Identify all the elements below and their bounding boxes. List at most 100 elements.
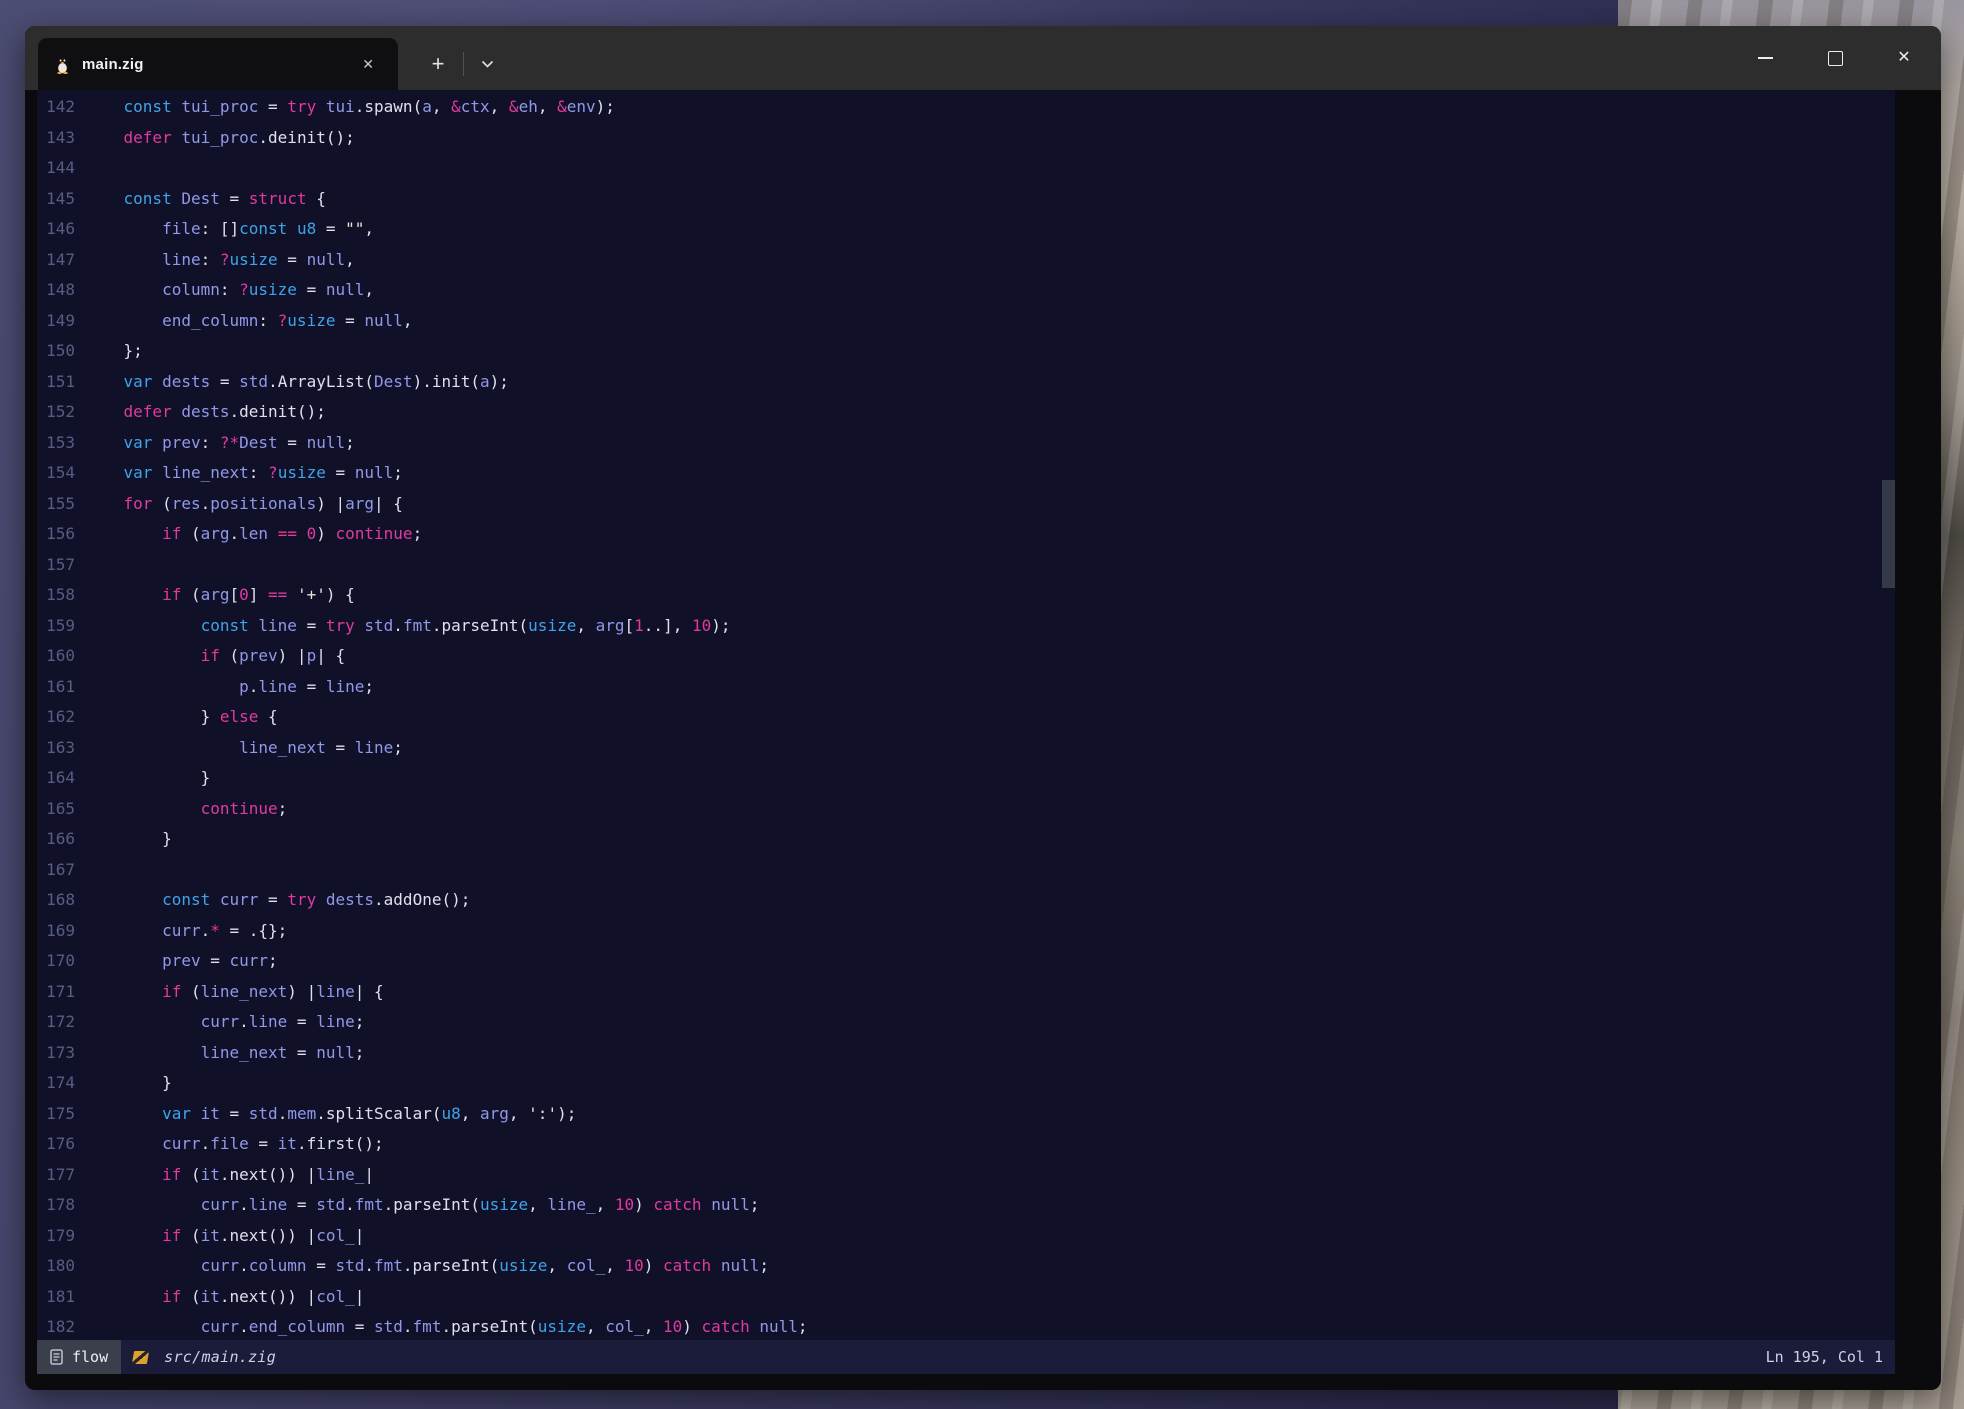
tab-dropdown-button[interactable]: [467, 38, 507, 90]
code-text: var prev: ?*Dest = null;: [85, 428, 1895, 459]
code-line: 170 prev = curr;: [37, 946, 1895, 977]
line-number: 150: [37, 336, 85, 367]
code-line: 168 const curr = try dests.addOne();: [37, 885, 1895, 916]
code-text: var dests = std.ArrayList(Dest).init(a);: [85, 367, 1895, 398]
code-text: };: [85, 336, 1895, 367]
line-number: 161: [37, 672, 85, 703]
line-number: 153: [37, 428, 85, 459]
tab-close-icon[interactable]: ✕: [362, 38, 374, 90]
code-line: 178 curr.line = std.fmt.parseInt(usize, …: [37, 1190, 1895, 1221]
code-line: 149 end_column: ?usize = null,: [37, 306, 1895, 337]
line-number: 144: [37, 153, 85, 184]
code-line: 155 for (res.positionals) |arg| {: [37, 489, 1895, 520]
code-text: file: []const u8 = "",: [85, 214, 1895, 245]
editor-pane: 142 const tui_proc = try tui.spawn(a, &c…: [37, 90, 1895, 1374]
code-line: 160 if (prev) |p| {: [37, 641, 1895, 672]
line-number: 149: [37, 306, 85, 337]
line-number: 162: [37, 702, 85, 733]
code-line: 147 line: ?usize = null,: [37, 245, 1895, 276]
code-text: if (it.next()) |col_|: [85, 1282, 1895, 1313]
minimize-button[interactable]: [1740, 26, 1790, 90]
code-text: line_next = line;: [85, 733, 1895, 764]
code-text: const Dest = struct {: [85, 184, 1895, 215]
chevron-down-icon: [481, 60, 494, 68]
editor-mode-chip[interactable]: flow: [37, 1340, 121, 1374]
window-titlebar: main.zig ✕ + ✕: [25, 26, 1941, 90]
code-text: if (arg.len == 0) continue;: [85, 519, 1895, 550]
line-number: 181: [37, 1282, 85, 1313]
close-button[interactable]: ✕: [1879, 26, 1929, 90]
code-line: 152 defer dests.deinit();: [37, 397, 1895, 428]
code-line: 177 if (it.next()) |line_|: [37, 1160, 1895, 1191]
code-text: prev = curr;: [85, 946, 1895, 977]
line-number: 174: [37, 1068, 85, 1099]
code-text: curr.column = std.fmt.parseInt(usize, co…: [85, 1251, 1895, 1282]
code-line: 165 continue;: [37, 794, 1895, 825]
code-line: 169 curr.* = .{};: [37, 916, 1895, 947]
code-line: 157: [37, 550, 1895, 581]
code-line: 176 curr.file = it.first();: [37, 1129, 1895, 1160]
line-number: 163: [37, 733, 85, 764]
maximize-icon: [1828, 51, 1843, 66]
new-tab-button[interactable]: +: [417, 38, 459, 90]
code-line: 158 if (arg[0] == '+') {: [37, 580, 1895, 611]
line-number: 166: [37, 824, 85, 855]
line-number: 146: [37, 214, 85, 245]
code-text: for (res.positionals) |arg| {: [85, 489, 1895, 520]
line-number: 160: [37, 641, 85, 672]
line-number: 171: [37, 977, 85, 1008]
code-text: if (line_next) |line| {: [85, 977, 1895, 1008]
code-text: column: ?usize = null,: [85, 275, 1895, 306]
line-number: 143: [37, 123, 85, 154]
code-line: 142 const tui_proc = try tui.spawn(a, &c…: [37, 92, 1895, 123]
code-text: curr.line = std.fmt.parseInt(usize, line…: [85, 1190, 1895, 1221]
file-path: src/main.zig: [164, 1348, 276, 1366]
status-bar: flow src/main.zig Ln 195, Col 1: [37, 1340, 1895, 1374]
code-text: end_column: ?usize = null,: [85, 306, 1895, 337]
code-text: [85, 855, 1895, 886]
code-text: curr.end_column = std.fmt.parseInt(usize…: [85, 1312, 1895, 1340]
code-line: 151 var dests = std.ArrayList(Dest).init…: [37, 367, 1895, 398]
code-text: line: ?usize = null,: [85, 245, 1895, 276]
scrollbar-thumb[interactable]: [1882, 480, 1895, 588]
code-text: if (it.next()) |col_|: [85, 1221, 1895, 1252]
code-text: [85, 550, 1895, 581]
line-number: 151: [37, 367, 85, 398]
line-number: 178: [37, 1190, 85, 1221]
desktop: main.zig ✕ + ✕ 142 const tui_proc = try …: [0, 0, 1964, 1409]
code-line: 179 if (it.next()) |col_|: [37, 1221, 1895, 1252]
code-text: line_next = null;: [85, 1038, 1895, 1069]
line-number: 157: [37, 550, 85, 581]
line-number: 169: [37, 916, 85, 947]
tab-title: main.zig: [82, 56, 144, 73]
code-text: }: [85, 763, 1895, 794]
code-text: const line = try std.fmt.parseInt(usize,…: [85, 611, 1895, 642]
code-line: 144: [37, 153, 1895, 184]
maximize-button[interactable]: [1810, 26, 1860, 90]
code-line: 171 if (line_next) |line| {: [37, 977, 1895, 1008]
code-line: 150 };: [37, 336, 1895, 367]
line-number: 172: [37, 1007, 85, 1038]
tab-main-zig[interactable]: main.zig ✕: [38, 38, 398, 90]
code-line: 173 line_next = null;: [37, 1038, 1895, 1069]
code-line: 180 curr.column = std.fmt.parseInt(usize…: [37, 1251, 1895, 1282]
code-line: 163 line_next = line;: [37, 733, 1895, 764]
code-line: 153 var prev: ?*Dest = null;: [37, 428, 1895, 459]
line-number: 152: [37, 397, 85, 428]
code-text: if (prev) |p| {: [85, 641, 1895, 672]
code-line: 181 if (it.next()) |col_|: [37, 1282, 1895, 1313]
code-text: var line_next: ?usize = null;: [85, 458, 1895, 489]
code-text: const curr = try dests.addOne();: [85, 885, 1895, 916]
line-number: 179: [37, 1221, 85, 1252]
code-line: 167: [37, 855, 1895, 886]
line-number: 156: [37, 519, 85, 550]
code-text: }: [85, 1068, 1895, 1099]
code-text: }: [85, 824, 1895, 855]
code-line: 145 const Dest = struct {: [37, 184, 1895, 215]
code-area: 142 const tui_proc = try tui.spawn(a, &c…: [37, 90, 1895, 1340]
line-number: 164: [37, 763, 85, 794]
code-line: 161 p.line = line;: [37, 672, 1895, 703]
code-line: 166 }: [37, 824, 1895, 855]
terminal-window: main.zig ✕ + ✕ 142 const tui_proc = try …: [25, 26, 1941, 1390]
code-text: curr.file = it.first();: [85, 1129, 1895, 1160]
